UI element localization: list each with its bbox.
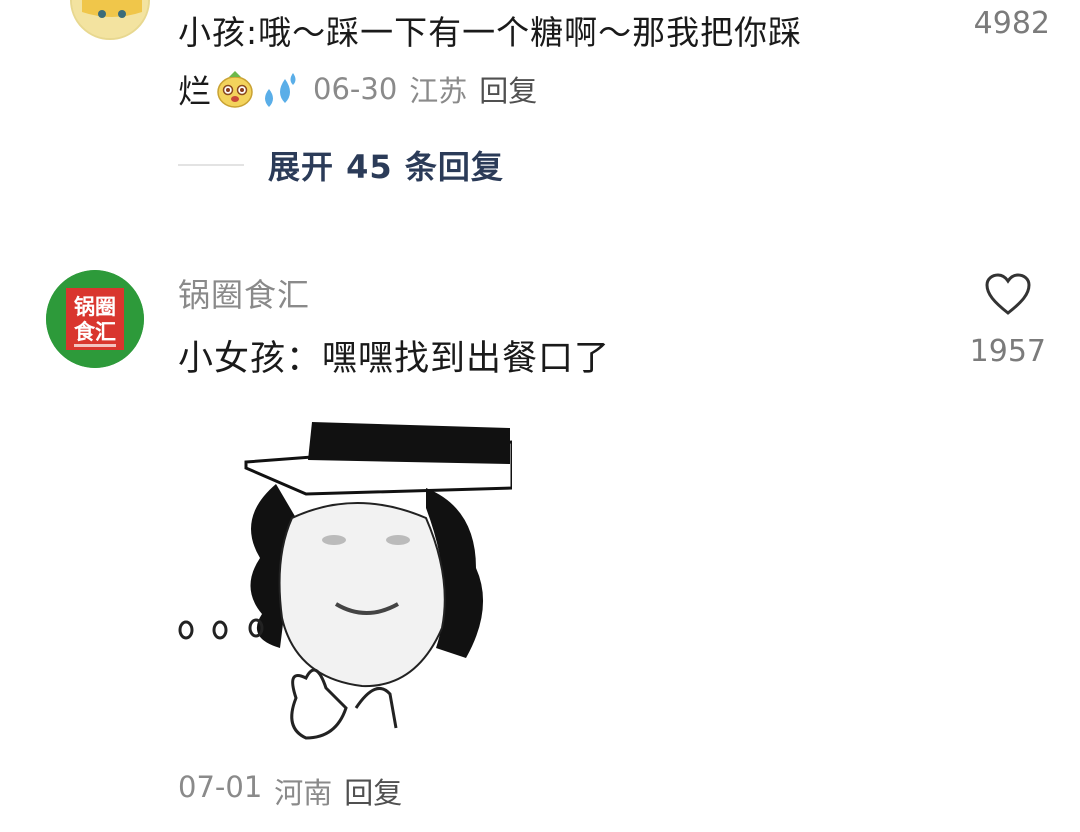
comment1-text: 小孩:哦～踩一下有一个糖啊～那我把你踩 — [178, 13, 803, 52]
comment1-meta: 烂 06-30 江苏 回复 — [178, 62, 537, 116]
comment2-meta: 07-01 河南 回复 — [178, 770, 402, 812]
comment1-reply-button[interactable]: 回复 — [479, 68, 537, 110]
comment1-like-count[interactable]: 4982 — [960, 6, 1050, 41]
avatar-logo-text-1: 锅圈 — [74, 295, 116, 319]
comment2-location: 河南 — [274, 776, 333, 810]
comment2-username[interactable]: 锅圈食汇 — [178, 270, 310, 316]
comment1-location: 江苏 — [409, 74, 468, 108]
expand-divider — [178, 164, 244, 166]
comment1-text-tail: 烂 — [178, 72, 211, 111]
avatar-logo-text-2: 食汇 — [74, 320, 116, 344]
dog-face-emoji — [215, 69, 255, 109]
comment1-date: 06-30 — [313, 72, 398, 106]
user-avatar-comment2[interactable]: 锅圈 食汇 — [46, 270, 144, 368]
comment2-reply-button[interactable]: 回复 — [344, 770, 402, 812]
heart-icon[interactable] — [984, 272, 1032, 316]
comment2-image-meme-sticker[interactable] — [176, 408, 514, 744]
sweat-drops-emoji — [259, 69, 299, 109]
comment2-like-count: 1957 — [969, 334, 1046, 369]
expand-replies-label[interactable]: 展开 45 条回复 — [268, 142, 504, 188]
comment2-date: 07-01 — [178, 770, 263, 804]
expand-replies[interactable]: 展开 45 条回复 — [178, 138, 504, 192]
user-avatar-comment1[interactable] — [70, 0, 150, 40]
comment2-text: 小女孩：嘿嘿找到出餐口了 — [178, 339, 611, 379]
